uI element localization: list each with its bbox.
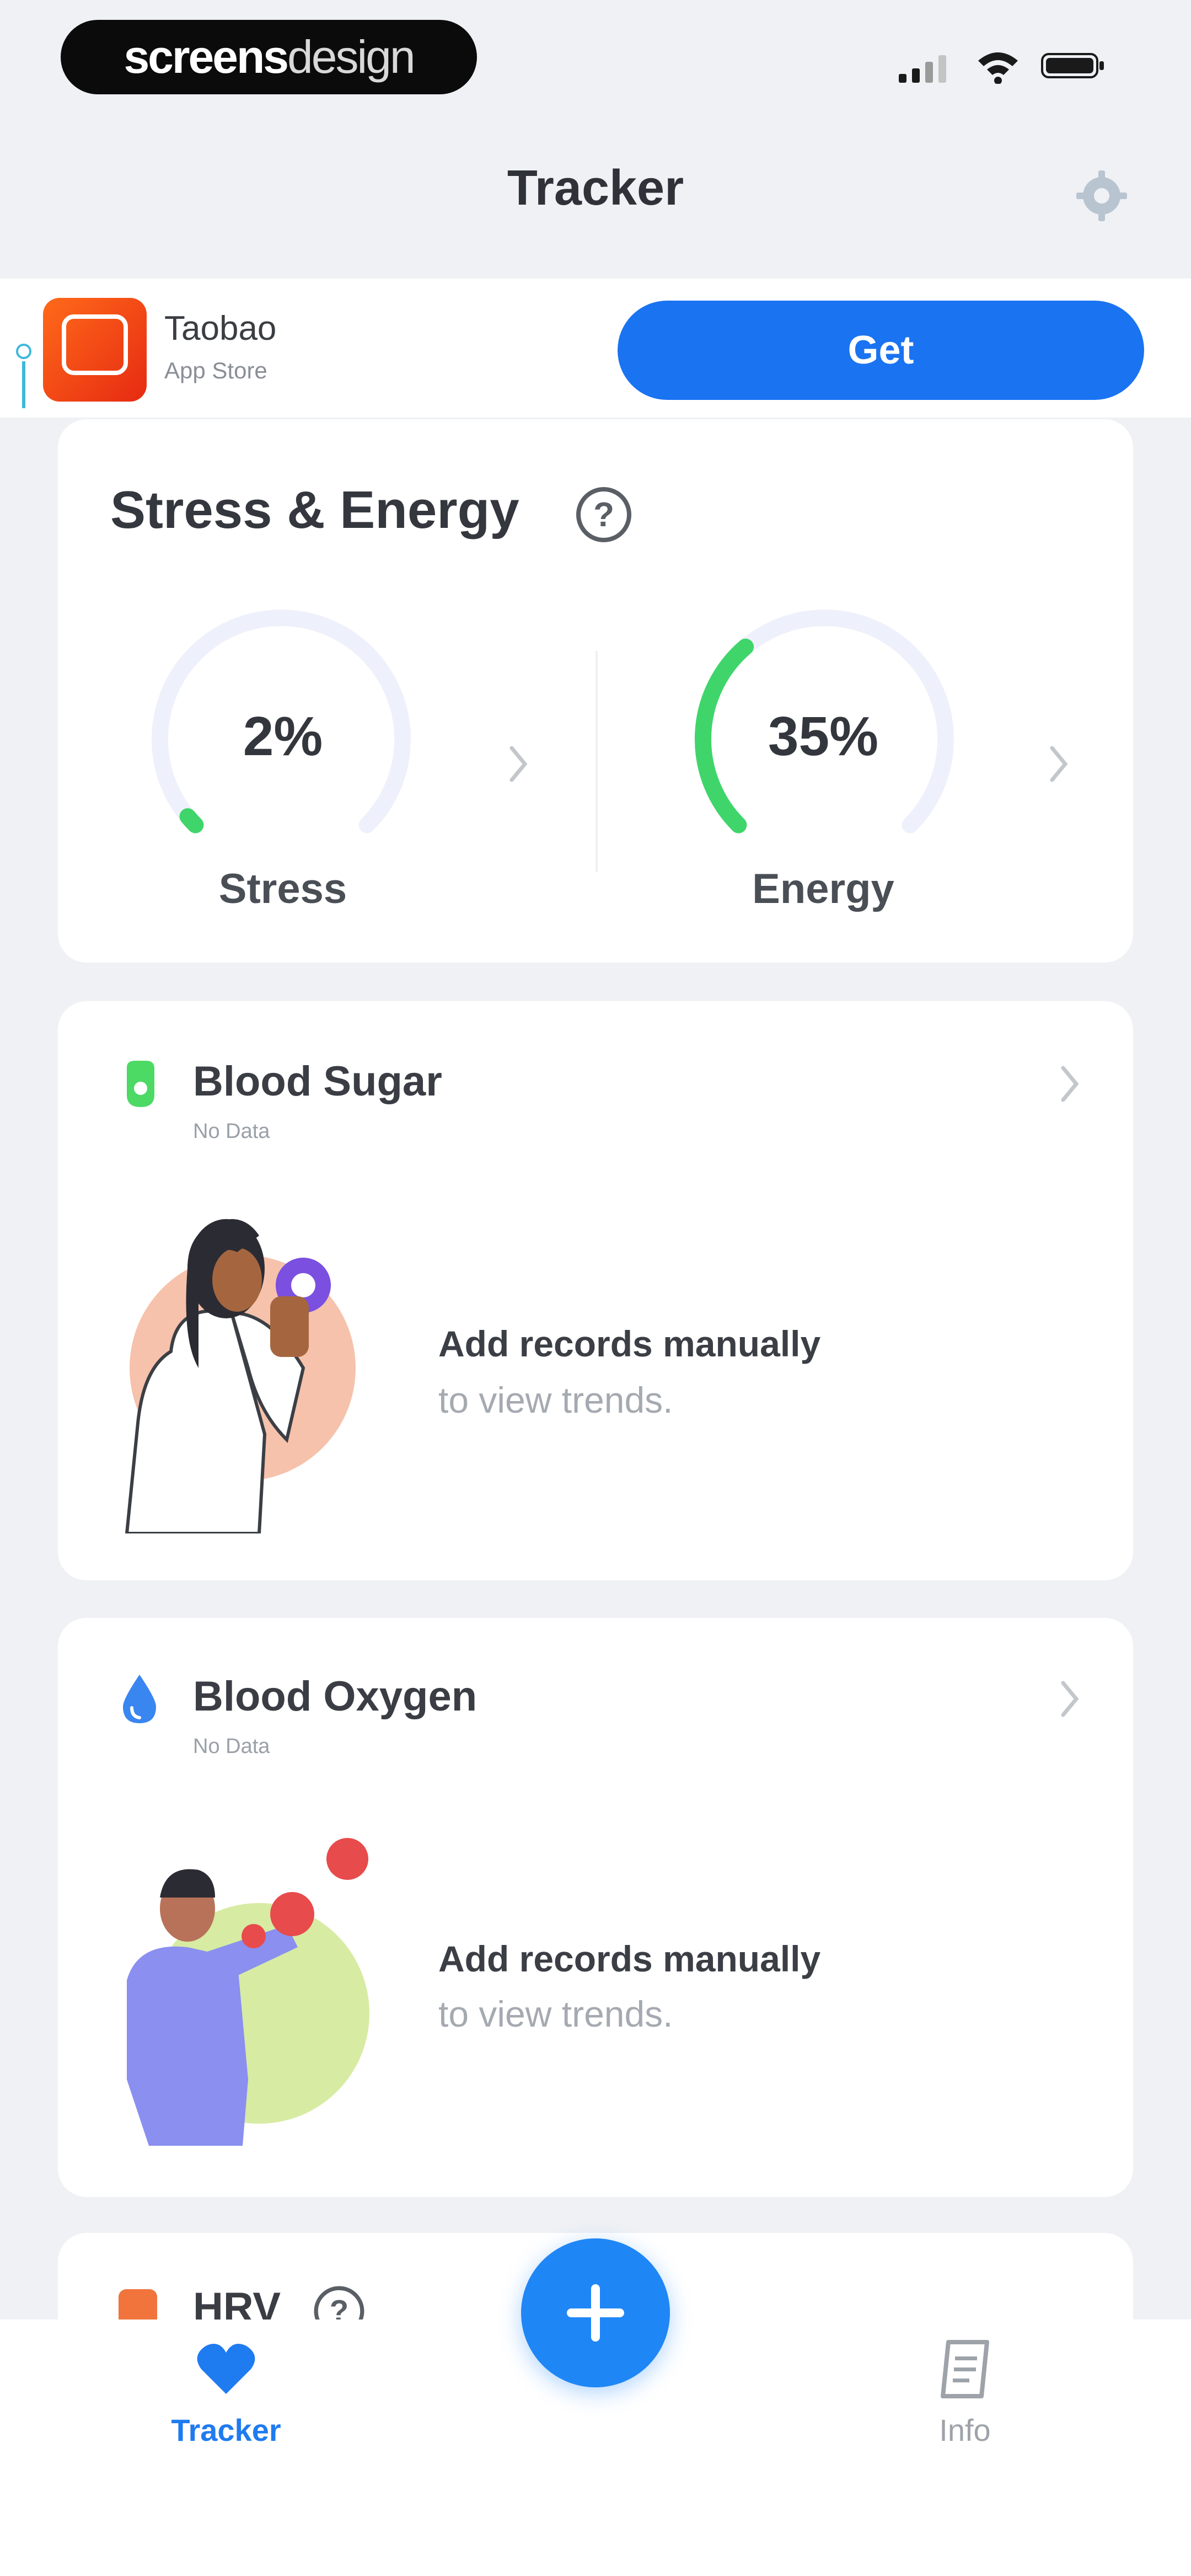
stress-label: Stress xyxy=(218,865,347,912)
taobao-logo-icon xyxy=(62,314,128,375)
blood-oxygen-message-line2: to view trends. xyxy=(438,1994,673,2034)
blood-oxygen-title: Blood Oxygen xyxy=(193,1673,478,1720)
svg-text:?: ? xyxy=(593,496,614,534)
ad-store-label: App Store xyxy=(164,357,267,383)
gauge-divider xyxy=(596,651,598,872)
ad-choices-icon[interactable] xyxy=(15,339,32,411)
person-illustration xyxy=(127,1838,369,2146)
blood-oxygen-status: No Data xyxy=(193,1735,270,1758)
stress-energy-title: Stress & Energy xyxy=(110,480,519,539)
tab-info-label: Info xyxy=(939,2413,991,2447)
blood-sugar-title: Blood Sugar xyxy=(193,1058,442,1105)
chevron-right-icon[interactable] xyxy=(1059,1680,1081,1718)
blood-sugar-message-line1: Add records manually xyxy=(438,1323,821,1364)
water-drop-icon xyxy=(123,1675,156,1723)
ad-app-name: Taobao xyxy=(164,309,277,348)
wifi-icon xyxy=(978,52,1018,84)
page-title: Tracker xyxy=(507,161,684,216)
stress-value: 2% xyxy=(243,706,323,767)
blood-sugar-status: No Data xyxy=(193,1120,270,1143)
info-document-icon xyxy=(941,2340,989,2398)
heart-icon xyxy=(197,2344,255,2394)
plus-icon xyxy=(567,2284,624,2342)
battery-icon xyxy=(1041,53,1104,78)
tab-tracker-label: Tracker xyxy=(171,2413,281,2447)
gear-icon[interactable] xyxy=(1074,168,1129,223)
help-icon[interactable]: ? xyxy=(573,484,634,545)
cellular-signal-icon xyxy=(899,55,946,83)
chevron-right-icon[interactable] xyxy=(507,745,529,783)
screensdesign-watermark: screensdesign xyxy=(61,20,477,94)
blood-sugar-message-line2: to view trends. xyxy=(438,1380,673,1420)
ad-get-button[interactable]: Get xyxy=(618,301,1144,400)
chevron-right-icon[interactable] xyxy=(1059,1065,1081,1103)
chevron-right-icon[interactable] xyxy=(1048,745,1070,783)
blood-oxygen-message-line1: Add records manually xyxy=(438,1938,821,1979)
doctor-illustration xyxy=(125,1219,356,1533)
blood-sugar-icon xyxy=(127,1061,154,1107)
energy-value: 35% xyxy=(768,706,879,767)
energy-label: Energy xyxy=(752,865,894,912)
